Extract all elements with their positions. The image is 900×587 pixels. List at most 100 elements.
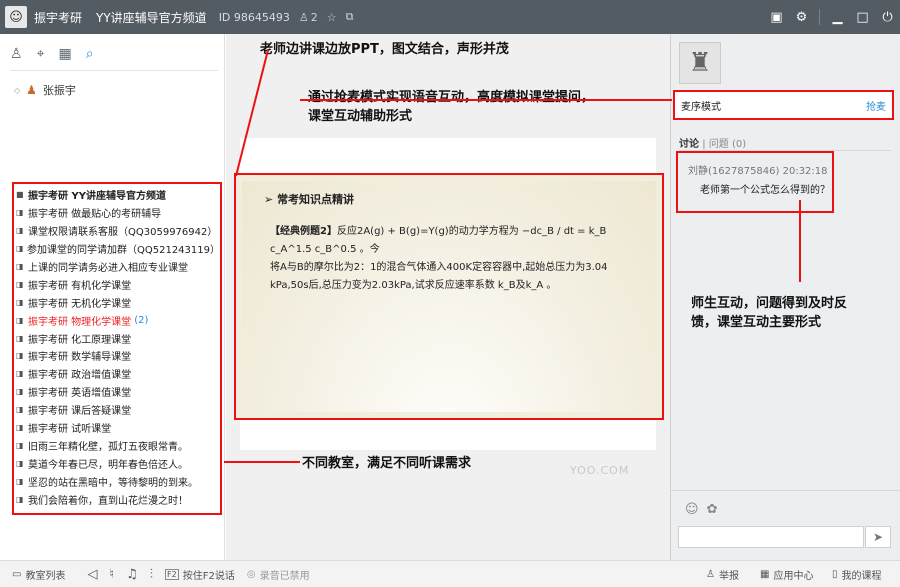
channel-list-item[interactable]: ◨ 莫道今年春已尽，明年春色倍还人。 (16, 454, 220, 472)
teacher-avatar: ♜ (679, 42, 721, 84)
channel-label: 莫道今年春已尽，明年春色倍还人。 (28, 459, 188, 471)
channel-list-item[interactable]: ◨ 振宇考研 英语增值课堂 (16, 383, 220, 401)
emoji-icon[interactable]: ☺ (685, 502, 699, 517)
divider (671, 490, 900, 491)
channel-label: 坚忍的站在黑暗中，等待黎明的到来。 (28, 477, 198, 489)
channel-icon: ◨ (16, 369, 24, 379)
chat-tools: ☺ ✿ (685, 502, 717, 517)
channel-icon: ◨ (16, 387, 24, 397)
chat-input[interactable] (678, 526, 864, 548)
speaker-icon[interactable]: ◁ (87, 567, 97, 582)
power-button[interactable]: ⏻ (875, 10, 900, 25)
annotation-mode-line2: 课堂互动辅助形式 (308, 109, 413, 124)
send-button[interactable]: ➤ (865, 526, 891, 548)
slide-body: 【经典例题2】反应2A(g) + B(g)=Y(g)的动力学方程为 −dc_B … (270, 223, 638, 295)
channel-label: 课堂权限请联系客服（QQ3059976942） (28, 227, 218, 239)
channel-icon: ◨ (16, 423, 24, 433)
mic-mode-bar: 麦序模式 抢麦 (673, 90, 894, 120)
channel-label: 振宇考研 英语增值课堂 (28, 388, 132, 400)
channel-label: 振宇考研 试听课堂 (28, 424, 112, 436)
channel-icon: ◨ (16, 208, 24, 218)
grid-icon[interactable]: ▦ (58, 46, 71, 62)
title-bar: ☺ 振宇考研 YY讲座辅导官方频道 ID 98645493 ♙ 2 ☆ ⧉ ▣ … (0, 0, 900, 34)
chat-message: 刘静(1627875846) 20:32:18 老师第一个公式怎么得到的？ (676, 151, 834, 213)
slide-content: ➢ 常考知识点精讲 【经典例题2】反应2A(g) + B(g)=Y(g)的动力学… (242, 181, 656, 412)
slide-line-3: kPa,50s后,总压力变为2.03kPa,试求反应速率系数 k_B及k_A 。 (270, 280, 557, 291)
channel-list-item[interactable]: ◨ 振宇考研 物理化学课堂 (2) (16, 311, 220, 329)
user-name: 张振宇 (42, 84, 76, 97)
channel-list-item[interactable]: ◨ 振宇考研 课后答疑课堂 (16, 401, 220, 419)
channel-list-item[interactable]: ◨ 参加课堂的同学请加群（QQ521243119） (16, 240, 220, 258)
user-list-item[interactable]: ◇ ♟ 张振宇 (14, 82, 76, 98)
tab-discussion[interactable]: 讨论 (679, 139, 699, 150)
left-toolbar: ♙ ⌖ ▦ ⌕ (10, 46, 94, 62)
user-avatar[interactable]: ☺ (5, 6, 27, 28)
flower-icon[interactable]: ✿ (707, 502, 718, 517)
channel-icon: ◨ (16, 333, 24, 343)
channel-list-item[interactable]: ■ 振宇考研 YY讲座辅导官方频道 (16, 186, 220, 204)
channel-list-item[interactable]: ◨ 课堂权限请联系客服（QQ3059976942） (16, 222, 220, 240)
channel-list-item[interactable]: ◨ 振宇考研 有机化学课堂 (16, 275, 220, 293)
channel-label: 振宇考研 化工原理课堂 (28, 334, 132, 346)
watermark: YOO.COM (570, 464, 630, 477)
search-icon[interactable]: ⌕ (86, 46, 94, 62)
channel-icon: ◨ (16, 297, 24, 307)
channel-icon: ◨ (16, 279, 24, 289)
channel-label: 振宇考研 有机化学课堂 (28, 280, 132, 292)
channel-label: 振宇考研 课后答疑课堂 (28, 406, 132, 418)
location-icon[interactable]: ⌖ (37, 46, 45, 62)
channel-list-item[interactable]: ◨ 振宇考研 数学辅导课堂 (16, 347, 220, 365)
grab-mic-button[interactable]: 抢麦 (866, 98, 886, 113)
annotation-ppt: 老师边讲课边放PPT，图文结合，声形并茂 (260, 42, 509, 57)
channel-list-item[interactable]: ◨ 振宇考研 无机化学课堂 (16, 293, 220, 311)
slide-panel: 老师边讲课边放PPT，图文结合，声形并茂 通过抢麦模式实现语音互动，高度模拟课堂… (226, 34, 670, 560)
channel-list-item[interactable]: ◨ 旧雨三年精化壁，孤灯五夜眼常青。 (16, 436, 220, 454)
minimize-button[interactable]: ▁ (825, 10, 850, 25)
settings-icon[interactable]: ⚙ (789, 10, 814, 25)
push-to-talk-button[interactable]: F2 按住F2说话 (165, 567, 235, 582)
channel-label: 参加课堂的同学请加群（QQ521243119） (26, 245, 220, 257)
channel-label: 振宇考研 YY讲座辅导官方频道 (28, 191, 166, 203)
channel-list-item[interactable]: ◨ 振宇考研 试听课堂 (16, 419, 220, 437)
maximize-button[interactable]: □ (850, 10, 875, 25)
channel-icon: ◨ (16, 440, 24, 450)
channel-icon: ◨ (16, 405, 24, 415)
status-dot-icon: ◇ (14, 85, 21, 95)
favorite-star-icon[interactable]: ☆ (327, 11, 337, 24)
f2-key-icon: F2 (165, 568, 179, 580)
music-icon[interactable]: ♫ (126, 567, 138, 582)
members-icon[interactable]: ♙ (10, 46, 23, 62)
slide-frame: ➢ 常考知识点精讲 【经典例题2】反应2A(g) + B(g)=Y(g)的动力学… (234, 173, 664, 420)
message-sender: 刘静(1627875846) 20:32:18 (688, 166, 828, 177)
microphone-icon[interactable]: ♮ (109, 567, 114, 582)
channel-list-button[interactable]: ▭ 教室列表 (12, 567, 65, 582)
record-button[interactable]: ◎ 录音已禁用 (247, 567, 310, 582)
channel-icon: ◨ (16, 476, 24, 486)
channel-list-item[interactable]: ◨ 振宇考研 政治增值课堂 (16, 365, 220, 383)
channel-list-item[interactable]: ◨ 振宇考研 化工原理课堂 (16, 329, 220, 347)
mixer-icon[interactable]: ⫶ (150, 567, 153, 582)
channel-list-item[interactable]: ◨ 我们会陪着你，直到山花烂漫之时！ (16, 490, 220, 508)
apps-icon: ▦ (760, 568, 770, 580)
user-avatar-icon: ♟ (26, 83, 37, 97)
channel-owner-name: 振宇考研 (34, 10, 83, 25)
my-course-button[interactable]: ▯ 我的课程 (832, 567, 882, 582)
channel-id: ID 98645493 (218, 10, 290, 24)
channel-list-item[interactable]: ◨ 上课的同学请务必进入相应专业课堂 (16, 258, 220, 276)
app-center-button[interactable]: ▦ 应用中心 (760, 567, 813, 582)
channel-label: 振宇考研 做最贴心的考研辅导 (28, 209, 162, 221)
channel-list: ■ 振宇考研 YY讲座辅导官方频道 ◨ 振宇考研 做最贴心的考研辅导 ◨ 课堂权限请联系客… (12, 182, 222, 515)
channel-icon: ◨ (16, 458, 24, 468)
report-button[interactable]: ♙ 举报 (706, 567, 739, 582)
share-icon[interactable]: ⧉ (346, 10, 354, 24)
channel-icon: ◨ (16, 244, 24, 254)
channel-label: 我们会陪着你，直到山花烂漫之时！ (28, 495, 188, 507)
message-text: 老师第一个公式怎么得到的？ (700, 185, 830, 196)
report-icon: ♙ (706, 568, 715, 580)
annotation-mode-line1: 通过抢麦模式实现语音互动，高度模拟课堂提问， (308, 90, 595, 105)
channel-list-item[interactable]: ◨ 坚忍的站在黑暗中，等待黎明的到来。 (16, 472, 220, 490)
channel-list-item[interactable]: ◨ 振宇考研 做最贴心的考研辅导 (16, 204, 220, 222)
channel-icon: ◨ (16, 494, 24, 504)
tab-questions[interactable]: 问题 (709, 139, 729, 150)
skin-icon[interactable]: ▣ (764, 10, 789, 25)
